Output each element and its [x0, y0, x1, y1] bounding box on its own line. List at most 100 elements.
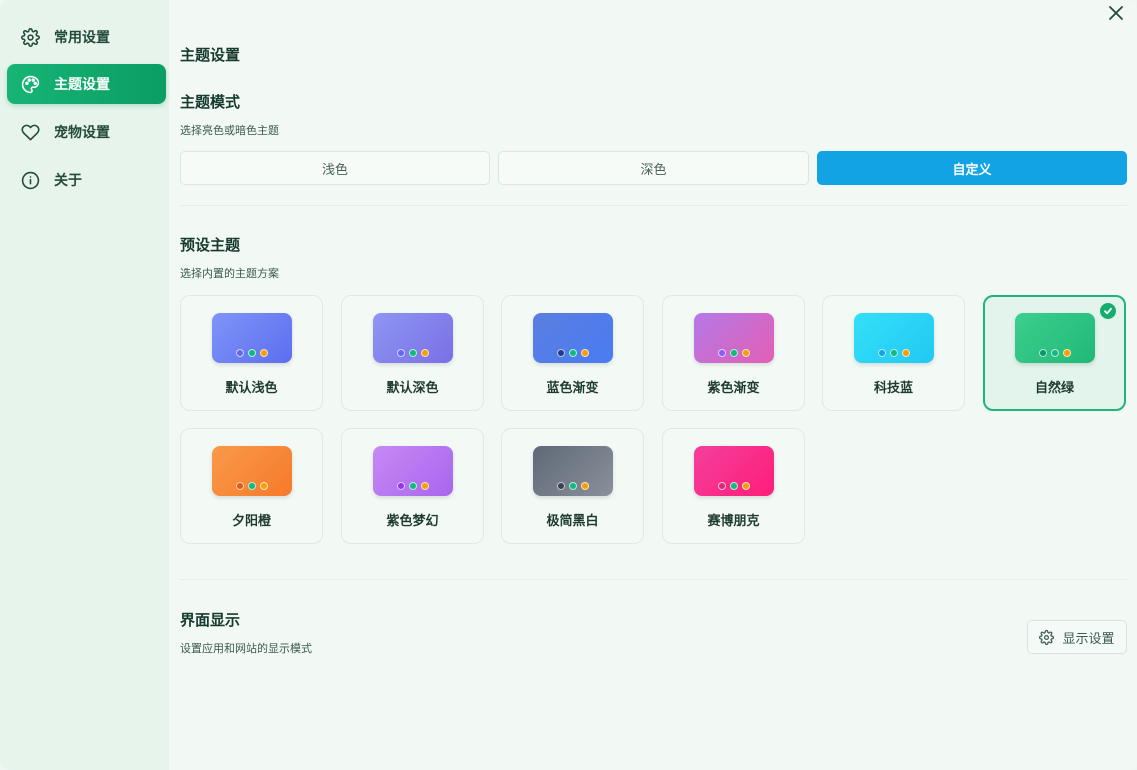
theme-mode-title: 主题模式 — [180, 93, 241, 111]
preset-theme-title: 预设主题 — [180, 236, 241, 254]
color-dot — [421, 482, 429, 490]
theme-card[interactable]: 默认浅色 — [180, 295, 323, 411]
color-dot — [1039, 349, 1047, 357]
theme-color-dots — [212, 349, 292, 357]
settings-window: 常用设置 主题设置 宠物设置 关于 主题设置 主题模式 选择亮色或暗色主题 浅色… — [0, 0, 1137, 770]
color-dot — [730, 349, 738, 357]
theme-name: 紫色渐变 — [707, 381, 760, 396]
color-dot — [557, 482, 565, 490]
theme-card[interactable]: 自然绿 — [983, 295, 1126, 411]
color-dot — [581, 349, 589, 357]
display-settings-label: 显示设置 — [1062, 631, 1115, 647]
theme-card[interactable]: 科技蓝 — [822, 295, 965, 411]
theme-color-dots — [694, 349, 774, 357]
sidebar-item-label: 常用设置 — [54, 30, 110, 46]
selected-check-icon — [1100, 303, 1116, 319]
color-dot — [581, 482, 589, 490]
interface-display-title: 界面显示 — [180, 611, 241, 629]
info-icon — [21, 171, 40, 189]
theme-card[interactable]: 夕阳橙 — [180, 428, 323, 544]
theme-name: 蓝色渐变 — [546, 381, 599, 396]
color-dot — [878, 349, 886, 357]
theme-name: 科技蓝 — [873, 381, 913, 396]
theme-color-dots — [694, 482, 774, 490]
color-dot — [260, 349, 268, 357]
theme-card[interactable]: 极简黑白 — [501, 428, 644, 544]
sidebar-item-about[interactable]: 关于 — [7, 160, 166, 200]
color-dot — [1051, 349, 1059, 357]
theme-name: 默认深色 — [386, 381, 439, 396]
theme-name: 夕阳橙 — [231, 514, 271, 529]
color-dot — [236, 349, 244, 357]
palette-icon — [21, 75, 40, 93]
theme-name: 默认浅色 — [225, 381, 278, 396]
color-dot — [421, 349, 429, 357]
theme-name: 紫色梦幻 — [386, 514, 439, 529]
color-dot — [397, 482, 405, 490]
color-dot — [890, 349, 898, 357]
interface-display-subtitle: 设置应用和网站的显示模式 — [180, 642, 312, 655]
color-dot — [569, 482, 577, 490]
theme-card[interactable]: 蓝色渐变 — [501, 295, 644, 411]
color-dot — [397, 349, 405, 357]
preset-theme-subtitle: 选择内置的主题方案 — [180, 267, 279, 280]
theme-color-dots — [533, 349, 613, 357]
sidebar-item-label: 宠物设置 — [54, 125, 110, 141]
color-dot — [718, 349, 726, 357]
color-dot — [236, 482, 244, 490]
divider — [180, 205, 1127, 206]
theme-mode-subtitle: 选择亮色或暗色主题 — [180, 124, 279, 137]
color-dot — [742, 482, 750, 490]
theme-swatch — [533, 313, 613, 363]
gear-icon — [21, 27, 40, 47]
sidebar-item-theme[interactable]: 主题设置 — [7, 64, 166, 104]
sidebar-item-label: 主题设置 — [54, 77, 110, 93]
theme-card[interactable]: 紫色渐变 — [662, 295, 805, 411]
theme-color-dots — [1015, 349, 1095, 357]
theme-card[interactable]: 赛博朋克 — [662, 428, 805, 544]
color-dot — [248, 482, 256, 490]
color-dot — [718, 482, 726, 490]
theme-swatch — [212, 446, 292, 496]
color-dot — [260, 482, 268, 490]
theme-swatch — [373, 313, 453, 363]
page-title: 主题设置 — [180, 46, 241, 64]
color-dot — [902, 349, 910, 357]
color-dot — [569, 349, 577, 357]
theme-color-dots — [373, 482, 453, 490]
theme-name: 自然绿 — [1034, 381, 1074, 396]
color-dot — [730, 482, 738, 490]
theme-swatch — [212, 313, 292, 363]
sidebar-item-general[interactable]: 常用设置 — [7, 17, 166, 57]
color-dot — [248, 349, 256, 357]
theme-card[interactable]: 紫色梦幻 — [341, 428, 484, 544]
heart-icon — [21, 124, 40, 140]
theme-swatch — [373, 446, 453, 496]
theme-color-dots — [373, 349, 453, 357]
theme-swatch — [854, 313, 934, 363]
theme-name: 赛博朋克 — [707, 514, 760, 529]
color-dot — [409, 482, 417, 490]
theme-swatch — [694, 446, 774, 496]
theme-swatch — [1015, 313, 1095, 363]
sidebar-item-label: 关于 — [54, 173, 82, 189]
color-dot — [1063, 349, 1071, 357]
display-settings-button[interactable]: 显示设置 — [1027, 620, 1127, 654]
theme-card[interactable]: 默认深色 — [341, 295, 484, 411]
sidebar-item-pet[interactable]: 宠物设置 — [7, 112, 166, 152]
divider — [180, 579, 1127, 580]
mode-light-button[interactable]: 浅色 — [180, 151, 490, 185]
color-dot — [742, 349, 750, 357]
mode-dark-button[interactable]: 深色 — [498, 151, 809, 185]
theme-swatch — [533, 446, 613, 496]
theme-color-dots — [212, 482, 292, 490]
color-dot — [557, 349, 565, 357]
theme-color-dots — [533, 482, 613, 490]
theme-swatch — [694, 313, 774, 363]
theme-name: 极简黑白 — [546, 514, 599, 529]
theme-color-dots — [854, 349, 934, 357]
sidebar: 常用设置 主题设置 宠物设置 关于 — [0, 0, 169, 770]
theme-settings-panel: 主题设置 主题模式 选择亮色或暗色主题 浅色 深色 自定义 预设主题 选择内置的… — [180, 0, 1127, 770]
gear-icon — [1039, 629, 1055, 645]
mode-custom-button[interactable]: 自定义 — [817, 151, 1127, 185]
